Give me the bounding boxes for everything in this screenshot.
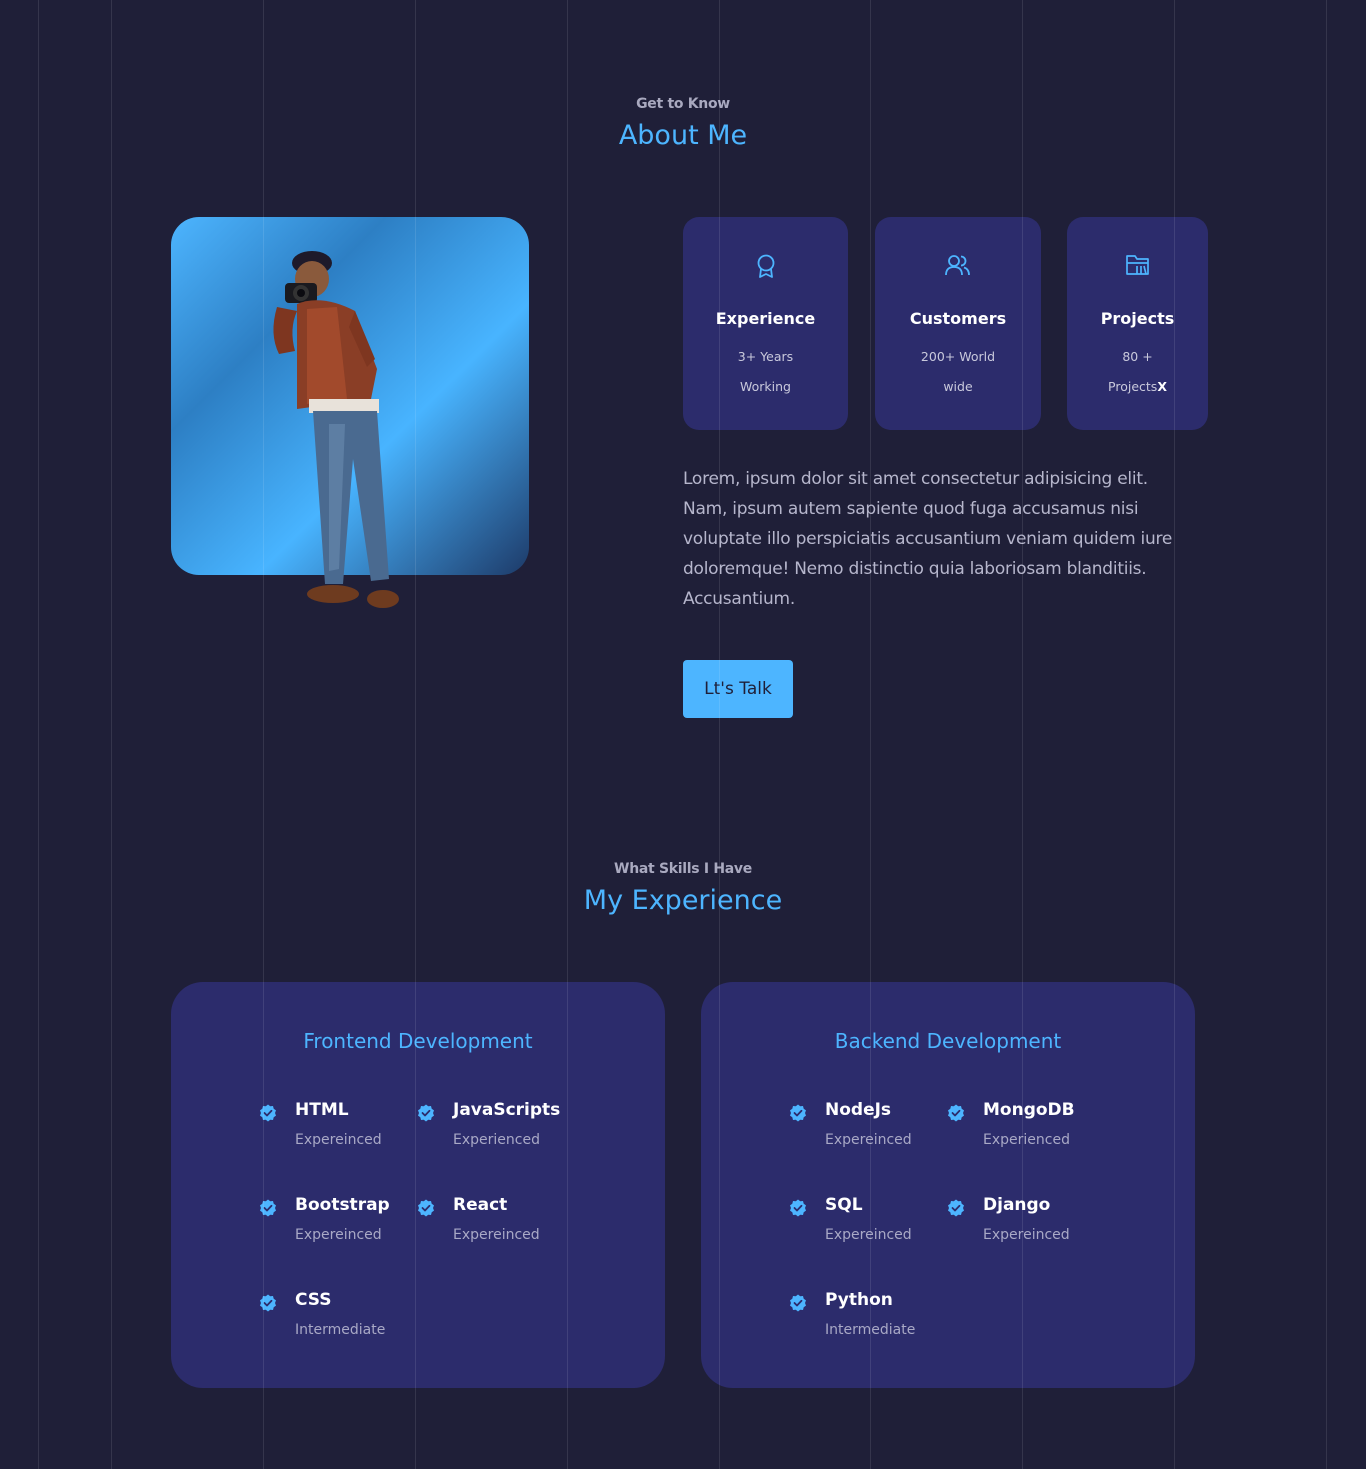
skill-name: JavaScripts xyxy=(453,1100,561,1120)
lets-talk-button[interactable]: Lt's Talk xyxy=(683,660,793,718)
experience-eyebrow: What Skills I Have xyxy=(614,861,752,877)
skill-level: Expereinced xyxy=(983,1227,1070,1243)
customers-card: Customers 200+ World wide xyxy=(875,217,1041,430)
frontend-title: Frontend Development xyxy=(303,1029,533,1053)
users-icon xyxy=(945,255,970,276)
award-icon xyxy=(757,254,774,278)
verified-check-icon xyxy=(260,1199,276,1217)
verified-check-icon xyxy=(790,1294,806,1312)
skill-level: Expereinced xyxy=(295,1227,382,1243)
frontend-card: Frontend Development HTML Expereinced Ja… xyxy=(171,982,665,1388)
skill-name: React xyxy=(453,1195,508,1215)
verified-check-icon xyxy=(260,1294,276,1312)
experience-card: Experience 3+ Years Working xyxy=(683,217,848,430)
backend-card: Backend Development NodeJs Expereinced M… xyxy=(701,982,1195,1388)
about-header: Get to Know About Me xyxy=(0,96,1366,151)
verified-check-icon xyxy=(260,1104,276,1122)
skill-level: Intermediate xyxy=(295,1322,386,1338)
about-eyebrow: Get to Know xyxy=(636,96,730,112)
about-photo xyxy=(171,217,529,608)
skill-name: SQL xyxy=(825,1195,863,1215)
projects-card: Projects 80 + ProjectsX xyxy=(1067,217,1208,430)
skill-name: Python xyxy=(825,1290,893,1310)
skill-name: MongoDB xyxy=(983,1100,1075,1120)
experience-card-text: 3+ Years Working xyxy=(737,349,794,394)
skill-name: Bootstrap xyxy=(295,1195,390,1215)
skill-level: Expereinced xyxy=(825,1227,912,1243)
skill-name: Django xyxy=(983,1195,1051,1215)
grid-line xyxy=(38,0,39,1469)
folder-icon xyxy=(1125,255,1149,275)
about-title: About Me xyxy=(618,120,748,151)
verified-check-icon xyxy=(948,1199,964,1217)
verified-check-icon xyxy=(418,1104,434,1122)
grid-line xyxy=(1326,0,1327,1469)
experience-card-title: Experience xyxy=(715,309,816,328)
verified-check-icon xyxy=(948,1104,964,1122)
experience-title: My Experience xyxy=(583,885,783,916)
verified-check-icon xyxy=(790,1104,806,1122)
skill-level: Intermediate xyxy=(825,1322,916,1338)
about-description: Lorem, ipsum dolor sit amet consectetur … xyxy=(683,469,1173,609)
skill-level: Experienced xyxy=(453,1132,540,1148)
backend-title: Backend Development xyxy=(834,1029,1062,1053)
skill-level: Experienced xyxy=(983,1132,1070,1148)
customers-card-title: Customers xyxy=(909,309,1007,328)
customers-card-text: 200+ World wide xyxy=(920,349,996,394)
skill-level: Expereinced xyxy=(825,1132,912,1148)
verified-check-icon xyxy=(418,1199,434,1217)
skill-name: NodeJs xyxy=(825,1100,892,1120)
grid-line xyxy=(111,0,112,1469)
photographer-image xyxy=(273,251,399,608)
verified-check-icon xyxy=(790,1199,806,1217)
projects-card-text: 80 + ProjectsX xyxy=(1108,349,1167,394)
skill-level: Expereinced xyxy=(453,1227,540,1243)
skill-name: CSS xyxy=(295,1290,332,1310)
experience-header: What Skills I Have My Experience xyxy=(0,861,1366,916)
projects-card-title: Projects xyxy=(1100,309,1175,328)
skill-name: HTML xyxy=(295,1100,349,1120)
skill-level: Expereinced xyxy=(295,1132,382,1148)
